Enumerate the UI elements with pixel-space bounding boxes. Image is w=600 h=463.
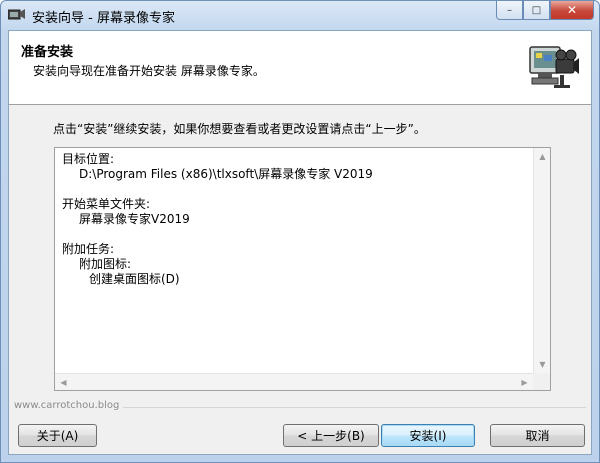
scroll-left-icon[interactable]: ◀ (55, 374, 72, 390)
memo-dest-label: 目标位置: (62, 152, 115, 166)
back-button[interactable]: < 上一步(B) (283, 424, 379, 447)
memo-tasks-item: 创建桌面图标(D) (89, 272, 180, 286)
wizard-header: 准备安装 安装向导现在准备开始安装 屏幕录像专家。 (9, 31, 591, 105)
wizard-page: 准备安装 安装向导现在准备开始安装 屏幕录像专家。 点击“安装”继续安装，如果你… (8, 30, 592, 455)
memo-content: 目标位置: D:\Program Files (x86)\tlxsoft\屏幕录… (62, 152, 522, 287)
memo-menu-label: 开始菜单文件夹: (62, 197, 151, 211)
memo-tasks-label: 附加任务: (62, 242, 115, 256)
scroll-down-icon[interactable]: ▼ (534, 356, 550, 373)
scrollbar-corner (533, 373, 550, 390)
window-controls: – □ ✕ (496, 1, 594, 21)
cancel-button[interactable]: 取消 (490, 424, 585, 447)
page-title: 准备安装 (21, 45, 74, 60)
install-button[interactable]: 安装(I) (381, 424, 475, 447)
instruction-text: 点击“安装”继续安装，如果你想要查看或者更改设置请点击“上一步”。 (53, 122, 426, 136)
installer-window: 安装向导 - 屏幕录像专家 – □ ✕ 准备安装 安装向导现在准备开始安装 屏幕… (0, 0, 600, 463)
horizontal-scrollbar[interactable]: ◀ ▶ (55, 373, 533, 390)
ready-memo[interactable]: 目标位置: D:\Program Files (x86)\tlxsoft\屏幕录… (54, 147, 551, 391)
maximize-button[interactable]: □ (523, 1, 550, 20)
memo-spacer (62, 182, 522, 197)
window-title: 安装向导 - 屏幕录像专家 (32, 11, 175, 26)
branding-text: www.carrotchou.blog (14, 400, 124, 411)
camera-computer-icon (529, 46, 579, 88)
close-button[interactable]: ✕ (550, 1, 594, 20)
minimize-button[interactable]: – (496, 1, 523, 20)
page-subtitle: 安装向导现在准备开始安装 屏幕录像专家。 (33, 64, 265, 78)
memo-tasks-sub: 附加图标: (79, 257, 132, 271)
scroll-right-icon[interactable]: ▶ (516, 374, 533, 390)
memo-menu-value: 屏幕录像专家V2019 (79, 212, 190, 226)
about-button[interactable]: 关于(A) (18, 424, 97, 447)
app-camera-icon (8, 9, 25, 20)
vertical-scrollbar[interactable]: ▲ ▼ (533, 148, 550, 373)
title-bar[interactable]: 安装向导 - 屏幕录像专家 – □ ✕ (1, 1, 599, 29)
scroll-up-icon[interactable]: ▲ (534, 148, 550, 165)
memo-dest-value: D:\Program Files (x86)\tlxsoft\屏幕录像专家 V2… (79, 167, 373, 181)
memo-spacer (62, 227, 522, 242)
